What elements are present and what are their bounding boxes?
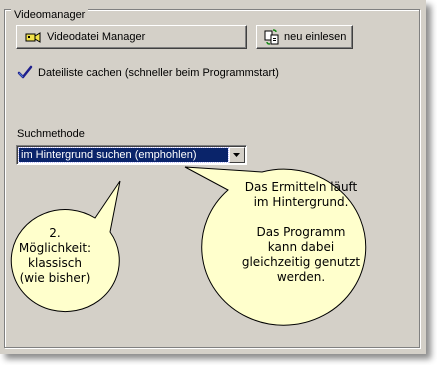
reload-button[interactable]: neu einlesen (256, 25, 353, 49)
cache-checkbox-label: Dateiliste cachen (schneller beim Progra… (38, 67, 279, 79)
dropdown-button[interactable] (229, 147, 245, 163)
callout-right-line: kann dabei (267, 240, 335, 254)
refresh-files-icon (264, 29, 280, 45)
chevron-down-icon (233, 152, 240, 157)
callout-right-line: gleichzeitig genutzt (241, 255, 361, 269)
callout-left-line: klassisch (28, 256, 82, 270)
reload-button-label: neu einlesen (284, 31, 347, 43)
callout-left-line: (wie bisher) (19, 271, 91, 285)
callout-right-line: Das Programm (256, 225, 346, 239)
video-manager-button-label: Videodatei Manager (47, 31, 146, 43)
video-manager-button[interactable]: Videodatei Manager (16, 25, 247, 49)
callout-left-line: 2. Möglichkeit: (18, 226, 92, 255)
videomanager-groupbox: Videomanager (4, 9, 420, 348)
search-method-select[interactable]: im Hintergrund suchen (emphohlen) (16, 145, 247, 165)
callout-right-line: im Hintergrund. (253, 195, 349, 209)
checkmark-icon (17, 65, 33, 79)
callout-right-line: Das Ermitteln läuft (244, 180, 358, 194)
cache-checkbox[interactable] (17, 65, 33, 81)
search-method-label: Suchmethode (17, 128, 85, 140)
cache-option[interactable]: Dateiliste cachen (schneller beim Progra… (17, 65, 279, 81)
callout-right-text: Das Ermitteln läuft im Hintergrund. Das … (226, 180, 376, 285)
group-title: Videomanager (11, 9, 89, 22)
dialog-frame: Videomanager Videodatei Manager neu einl… (0, 0, 426, 354)
search-method-selected-value: im Hintergrund suchen (emphohlen) (18, 147, 229, 163)
callout-left-text: 2. Möglichkeit: klassisch (wie bisher) (13, 226, 97, 286)
callout-right-line: werden. (276, 270, 326, 284)
film-camera-icon (25, 29, 41, 45)
